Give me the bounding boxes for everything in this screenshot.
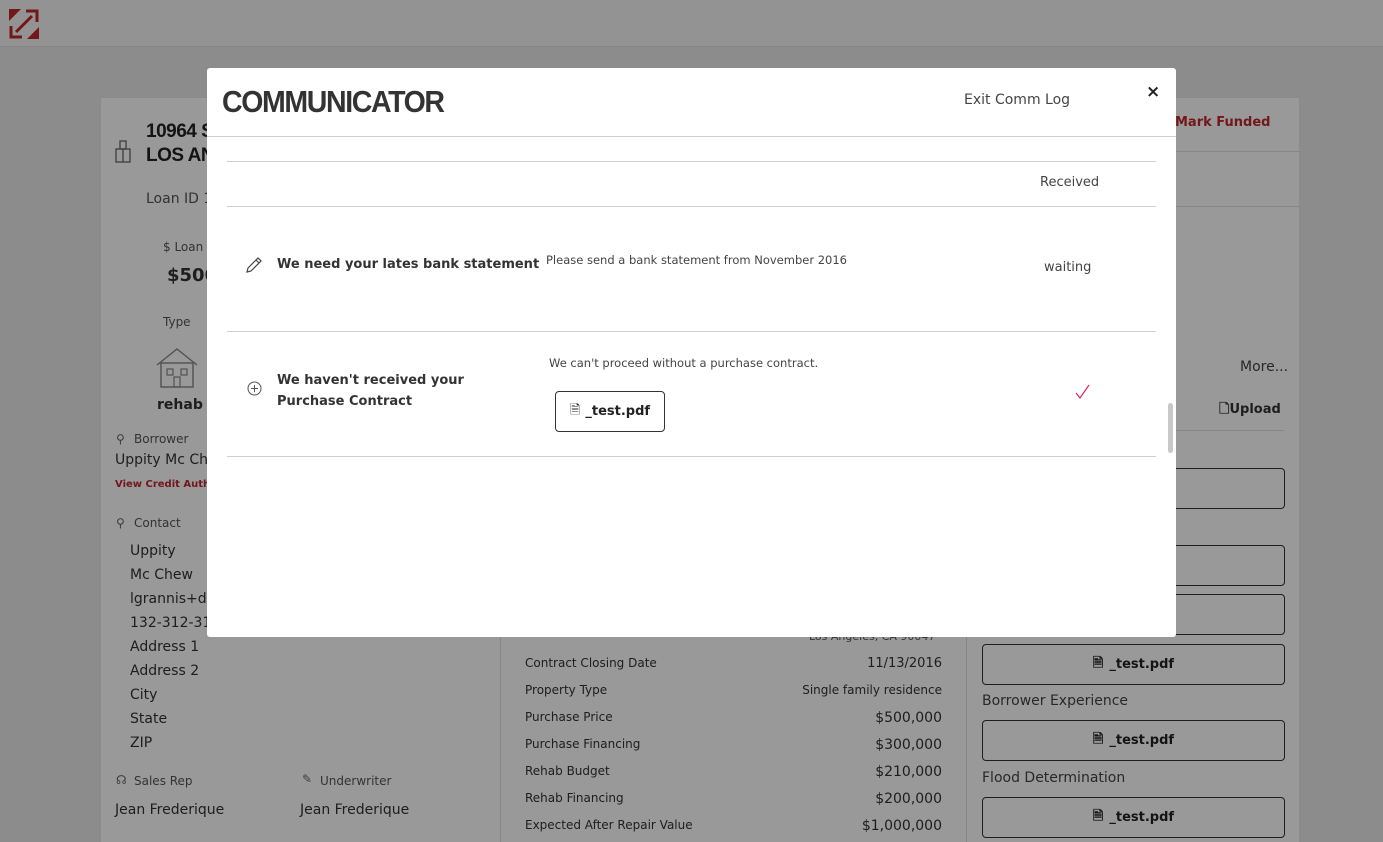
plus-circle-icon[interactable] bbox=[247, 381, 262, 396]
close-icon[interactable]: × bbox=[1146, 82, 1160, 102]
modal-title: COMMUNICATOR bbox=[222, 84, 445, 119]
status-waiting: waiting bbox=[1044, 260, 1092, 275]
file-icon: 🗎 bbox=[569, 402, 581, 418]
status-received: Received bbox=[1040, 175, 1100, 190]
attachment-button[interactable]: 🗎 _test.pdf bbox=[555, 391, 665, 432]
comm-item-description: We can't proceed without a purchase cont… bbox=[549, 356, 819, 370]
pencil-icon bbox=[246, 257, 262, 273]
checkmark-icon bbox=[1075, 384, 1090, 400]
row-divider bbox=[227, 206, 1156, 207]
row-divider bbox=[227, 456, 1156, 457]
row-divider bbox=[227, 161, 1156, 162]
row-divider bbox=[227, 331, 1156, 332]
scrollbar[interactable] bbox=[1168, 403, 1173, 453]
comm-item-title[interactable]: We haven't received your Purchase Contra… bbox=[277, 370, 527, 412]
comm-item-title[interactable]: We need your lates bank statement bbox=[277, 254, 539, 275]
communicator-modal: COMMUNICATOR Exit Comm Log × Received We… bbox=[207, 68, 1176, 637]
exit-comm-log-button[interactable]: Exit Comm Log bbox=[964, 92, 1070, 108]
comm-item-description: Please send a bank statement from Novemb… bbox=[546, 253, 847, 267]
modal-header: COMMUNICATOR Exit Comm Log × bbox=[207, 68, 1176, 137]
